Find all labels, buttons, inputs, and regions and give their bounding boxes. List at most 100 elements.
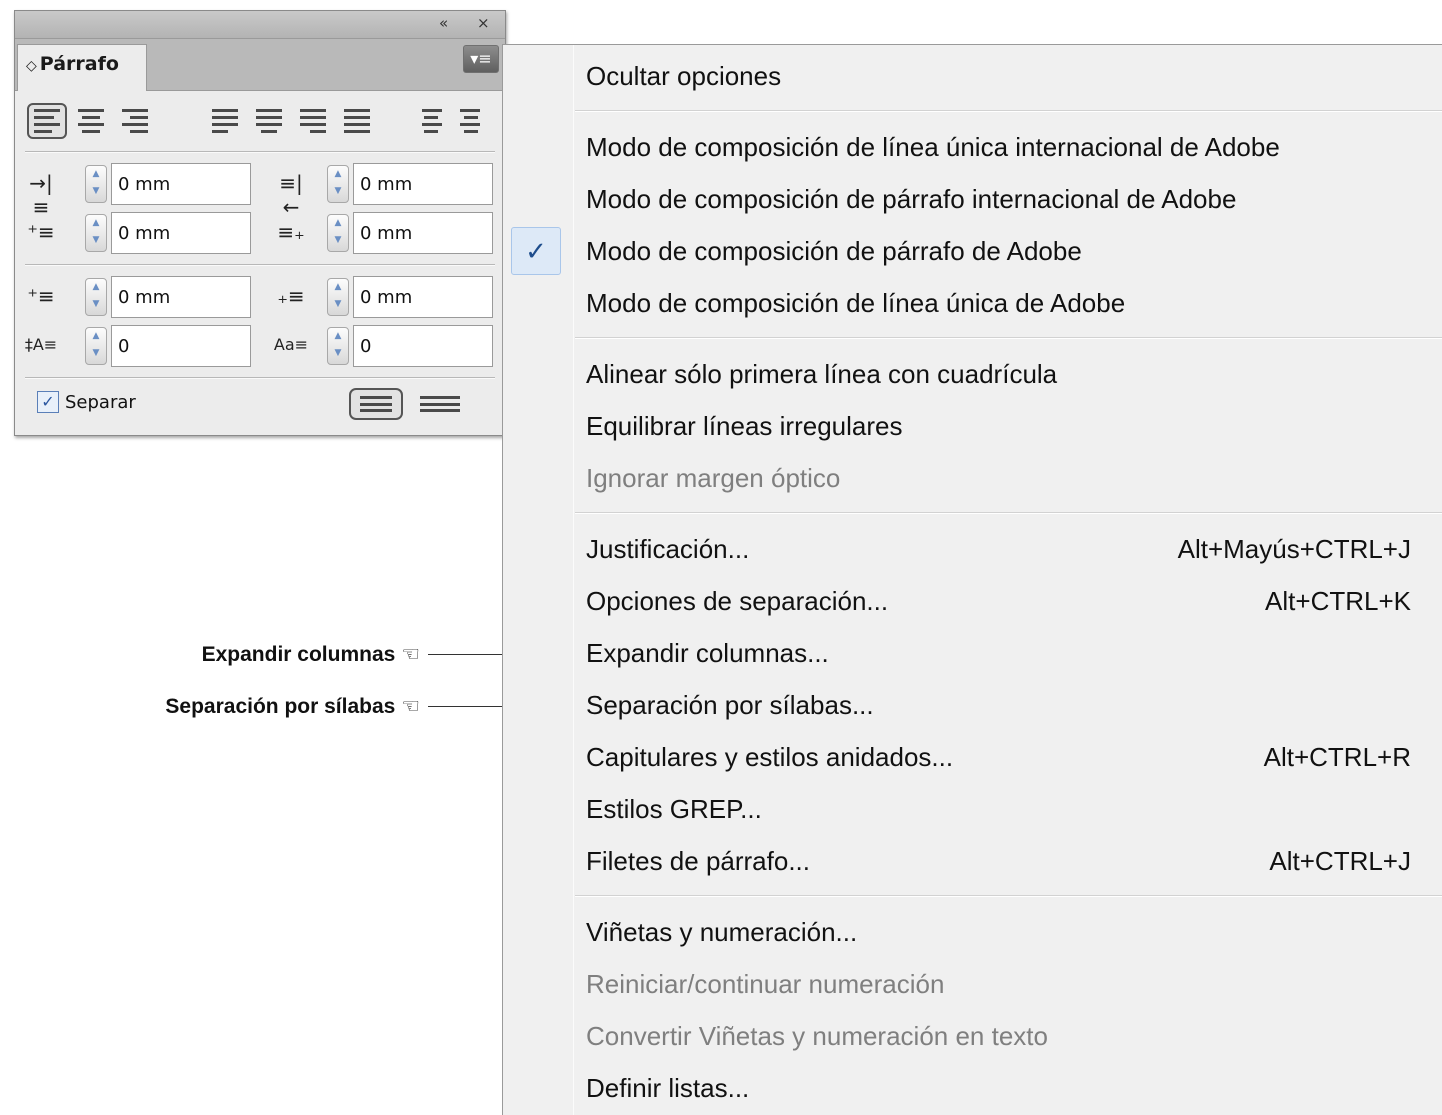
align-left-button[interactable] — [27, 103, 67, 139]
drop-cap-row: ‡A≡ ▲▼ Aa≡ ▲▼ — [23, 325, 503, 367]
menu-item-label: Modo de composición de párrafo de Adobe — [586, 236, 1082, 266]
align-center-button[interactable] — [71, 103, 111, 139]
alignment-buttons — [25, 103, 495, 143]
menu-item[interactable]: Viñetas y numeración... — [503, 906, 1442, 958]
align-right-button[interactable] — [115, 103, 155, 139]
grid-on-icon — [420, 396, 460, 412]
menu-item-label: Alinear sólo primera línea con cuadrícul… — [586, 359, 1058, 389]
menu-item[interactable]: Estilos GREP... — [503, 783, 1442, 835]
left-indent-row: →|≡ ▲▼ ≡|← ▲▼ — [23, 163, 503, 219]
paragraph-panel: « × ◇ Párrafo ▾≡ →|≡ ▲ ▼ 0 mm ≡|← ▲ ▼ 0 … — [14, 10, 506, 436]
align-left-icon — [34, 109, 60, 133]
menu-item[interactable]: ✓ Modo de composición de párrafo de Adobe — [503, 225, 1442, 277]
justify-center-icon — [256, 109, 282, 133]
menu-item[interactable]: Expandir columnas... — [503, 627, 1442, 679]
panel-tab-row: ◇ Párrafo ▾≡ — [15, 39, 505, 91]
collapse-icon[interactable]: « — [439, 14, 448, 32]
left-indent-input[interactable] — [111, 163, 251, 205]
menu-item-label: Justificación... — [586, 534, 750, 564]
menu-item[interactable]: Definir listas... — [503, 1062, 1442, 1114]
hyphenate-option[interactable]: ✓ Separar — [37, 391, 136, 413]
do-not-align-to-grid-button[interactable] — [349, 388, 403, 420]
panel-titlebar[interactable]: « × — [15, 11, 505, 39]
align-away-from-spine-icon — [460, 109, 486, 133]
menu-item-label: Definir listas... — [586, 1073, 750, 1103]
menu-item[interactable]: Filetes de párrafo... Alt+CTRL+J — [503, 835, 1442, 887]
menu-item-shortcut: Alt+CTRL+K — [1265, 586, 1411, 616]
justify-left-button[interactable] — [205, 103, 245, 139]
first-line-indent-input[interactable] — [111, 212, 251, 254]
align-to-grid-button[interactable] — [413, 388, 467, 420]
last-line-indent-stepper[interactable]: ▲ ▼ — [327, 214, 349, 252]
menu-item-label: Ignorar margen óptico — [586, 463, 841, 493]
drop-cap-chars-stepper[interactable]: ▲ ▼ — [327, 327, 349, 365]
callout-line — [428, 706, 502, 707]
menu-item[interactable]: Alinear sólo primera línea con cuadrícul… — [503, 348, 1442, 400]
menu-item[interactable]: Equilibrar líneas irregulares — [503, 400, 1442, 452]
first-line-indent-row: ⁺≡ ▲▼ ≡₊ ▲▼ — [23, 212, 503, 254]
align-toward-spine-icon — [416, 109, 442, 133]
drop-cap-chars-input[interactable] — [353, 325, 493, 367]
menu-item: Ignorar margen óptico — [503, 452, 1442, 504]
panel-divider — [25, 264, 495, 266]
panel-flyout-menu: Ocultar opciones Modo de composición de l… — [502, 44, 1442, 1115]
hyphenate-checkbox[interactable]: ✓ — [37, 391, 59, 413]
panel-menu-button[interactable]: ▾≡ — [463, 45, 499, 73]
justify-right-button[interactable] — [293, 103, 333, 139]
align-away-from-spine-button[interactable] — [453, 103, 493, 139]
panel-divider — [25, 151, 495, 153]
left-indent-stepper[interactable]: ▲ ▼ — [85, 165, 107, 203]
right-indent-icon: ≡|← — [279, 171, 303, 219]
menu-item-label: Equilibrar líneas irregulares — [586, 411, 903, 441]
tab-arrows-icon: ◇ — [26, 58, 37, 74]
right-indent-stepper[interactable]: ▲ ▼ — [327, 165, 349, 203]
drop-cap-lines-icon: ‡A≡ — [24, 335, 58, 354]
menu-item[interactable]: Modo de composición de párrafo internaci… — [503, 173, 1442, 225]
menu-item-label: Capitulares y estilos anidados... — [586, 742, 954, 772]
tab-paragraph[interactable]: ◇ Párrafo — [17, 44, 147, 91]
space-after-input[interactable] — [353, 276, 493, 318]
justify-center-button[interactable] — [249, 103, 289, 139]
callout-hyphenation: Separación por sílabas ☜ — [90, 692, 420, 722]
tab-label: Párrafo — [39, 53, 119, 75]
menu-item-label: Viñetas y numeración... — [586, 917, 858, 947]
drop-cap-chars-icon: Aa≡ — [273, 335, 309, 354]
menu-item-shortcut: Alt+CTRL+J — [1269, 846, 1411, 876]
justify-all-button[interactable] — [337, 103, 377, 139]
menu-item[interactable]: Ocultar opciones — [503, 50, 1442, 102]
last-line-indent-input[interactable] — [353, 212, 493, 254]
justify-right-icon — [300, 109, 326, 133]
menu-item: Reiniciar/continuar numeración — [503, 958, 1442, 1010]
drop-cap-lines-input[interactable] — [111, 325, 251, 367]
menu-item[interactable]: Modo de composición de línea única de Ad… — [503, 277, 1442, 329]
menu-item[interactable]: Capitulares y estilos anidados... Alt+CTR… — [503, 731, 1442, 783]
space-before-input[interactable] — [111, 276, 251, 318]
grid-off-icon — [360, 396, 392, 412]
align-center-icon — [78, 109, 104, 133]
menu-item[interactable]: Separación por sílabas... — [503, 679, 1442, 731]
menu-item-label: Separación por sílabas... — [586, 690, 874, 720]
first-line-indent-icon: ⁺≡ — [27, 220, 55, 244]
close-icon[interactable]: × — [477, 14, 490, 32]
menu-separator — [575, 110, 1442, 112]
menu-item-shortcut: Alt+Mayús+CTRL+J — [1177, 534, 1411, 564]
menu-item-label: Reiniciar/continuar numeración — [586, 969, 945, 999]
menu-item-label: Expandir columnas... — [586, 638, 829, 668]
checkmark-icon: ✓ — [511, 227, 561, 275]
menu-item-shortcut: Alt+CTRL+R — [1263, 742, 1411, 772]
space-after-stepper[interactable]: ▲ ▼ — [327, 278, 349, 316]
menu-item[interactable]: Opciones de separación... Alt+CTRL+K — [503, 575, 1442, 627]
right-indent-input[interactable] — [353, 163, 493, 205]
menu-item[interactable]: Justificación... Alt+Mayús+CTRL+J — [503, 523, 1442, 575]
space-before-stepper[interactable]: ▲ ▼ — [85, 278, 107, 316]
menu-item[interactable]: Modo de composición de línea única inter… — [503, 121, 1442, 173]
callout-text: Separación por sílabas ☜ — [165, 695, 420, 718]
align-right-icon — [122, 109, 148, 133]
menu-item-label: Estilos GREP... — [586, 794, 762, 824]
space-before-row: ⁺≡ ▲▼ ₊≡ ▲▼ — [23, 276, 503, 318]
menu-item-label: Modo de composición de línea única inter… — [586, 132, 1280, 162]
hyphenate-label: Separar — [65, 391, 136, 413]
align-toward-spine-button[interactable] — [409, 103, 449, 139]
first-line-indent-stepper[interactable]: ▲ ▼ — [85, 214, 107, 252]
drop-cap-lines-stepper[interactable]: ▲ ▼ — [85, 327, 107, 365]
